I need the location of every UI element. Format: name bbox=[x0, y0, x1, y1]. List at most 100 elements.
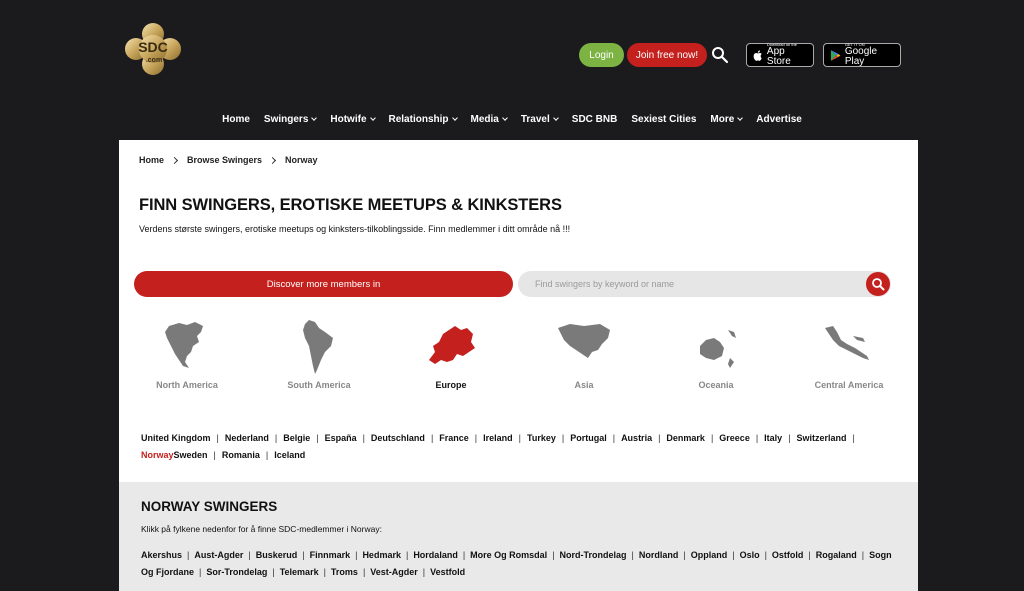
apple-icon bbox=[753, 49, 762, 61]
breadcrumb-current: Norway bbox=[285, 155, 318, 165]
region-link[interactable]: Sor-Trondelag bbox=[206, 567, 267, 577]
nav-item-more[interactable]: More bbox=[703, 114, 749, 125]
continent-oceania[interactable]: Oceania bbox=[661, 316, 771, 390]
section-title: NORWAY SWINGERS bbox=[141, 499, 278, 514]
region-link[interactable]: Finnmark bbox=[310, 550, 351, 560]
continent-label: Europe bbox=[435, 380, 467, 390]
nav-item-label: Advertise bbox=[756, 114, 802, 125]
separator: | bbox=[755, 433, 759, 443]
search-icon bbox=[872, 278, 885, 291]
continent-north-america[interactable]: North America bbox=[132, 316, 242, 390]
continent-label: Central America bbox=[814, 380, 884, 390]
region-link[interactable]: Hordaland bbox=[413, 550, 458, 560]
country-link[interactable]: Austria bbox=[621, 433, 652, 443]
nav-item-label: Media bbox=[470, 114, 499, 125]
region-link[interactable]: Oppland bbox=[691, 550, 728, 560]
region-link[interactable]: Vestfold bbox=[430, 567, 465, 577]
chevron-down-icon bbox=[552, 115, 559, 121]
nav-item-label: Travel bbox=[520, 114, 550, 125]
region-link[interactable]: Nordland bbox=[639, 550, 679, 560]
nav-item-travel[interactable]: Travel bbox=[514, 114, 565, 125]
nav-item-sdc-bnb[interactable]: SDC BNB bbox=[565, 114, 625, 125]
discover-members-button[interactable]: Discover more members in bbox=[134, 271, 513, 297]
region-link[interactable]: Buskerud bbox=[256, 550, 298, 560]
nav-item-advertise[interactable]: Advertise bbox=[749, 114, 809, 125]
country-link[interactable]: Switzerland bbox=[797, 433, 847, 443]
login-button[interactable]: Login bbox=[579, 43, 624, 67]
nav-item-swingers[interactable]: Swingers bbox=[257, 114, 323, 125]
search-icon[interactable] bbox=[711, 46, 729, 64]
continent-selector: North America South America Europe Asia … bbox=[119, 316, 918, 406]
country-link[interactable]: Denmark bbox=[666, 433, 705, 443]
region-link[interactable]: Telemark bbox=[280, 567, 319, 577]
sdc-logo[interactable]: SDC .com bbox=[123, 22, 183, 76]
main-nav: Home Swingers Hotwife Relationship Media Trav… bbox=[0, 114, 1024, 125]
continent-south-america[interactable]: South America bbox=[264, 316, 374, 390]
region-link[interactable]: Akershus bbox=[141, 550, 182, 560]
separator: | bbox=[788, 433, 791, 443]
nav-item-home[interactable]: Home bbox=[215, 114, 257, 125]
breadcrumb-home[interactable]: Home bbox=[139, 155, 164, 165]
continent-europe[interactable]: Europe bbox=[396, 316, 506, 390]
search-submit-button[interactable] bbox=[866, 272, 890, 296]
country-link[interactable]: Greece bbox=[719, 433, 750, 443]
country-link[interactable]: Deutschland bbox=[371, 433, 425, 443]
country-link[interactable]: Ireland bbox=[483, 433, 513, 443]
join-free-button[interactable]: Join free now! bbox=[627, 43, 707, 67]
page-subtitle: Verdens største swingers, erotiske meetu… bbox=[139, 224, 571, 234]
app-store-badge[interactable]: Download on the App Store bbox=[746, 43, 814, 67]
separator: | bbox=[405, 550, 409, 560]
separator: | bbox=[683, 550, 686, 560]
chevron-down-icon bbox=[737, 115, 744, 121]
north-america-map-icon bbox=[165, 322, 203, 368]
country-link[interactable]: Sweden bbox=[174, 450, 208, 460]
country-link[interactable]: Turkey bbox=[527, 433, 556, 443]
separator: | bbox=[362, 433, 365, 443]
region-link[interactable]: Nord-Trondelag bbox=[560, 550, 627, 560]
separator: | bbox=[430, 433, 434, 443]
region-link[interactable]: Troms bbox=[331, 567, 358, 577]
continent-label: Oceania bbox=[698, 380, 734, 390]
country-link[interactable]: Romania bbox=[222, 450, 260, 460]
nav-item-label: SDC BNB bbox=[571, 114, 618, 125]
search-input[interactable] bbox=[535, 271, 855, 297]
chevron-down-icon bbox=[502, 115, 508, 121]
separator: | bbox=[474, 433, 478, 443]
separator: | bbox=[199, 566, 202, 577]
country-link[interactable]: United Kingdom bbox=[141, 433, 211, 443]
oceania-map-icon bbox=[700, 330, 736, 368]
separator: | bbox=[187, 550, 190, 560]
continent-central-america[interactable]: Central America bbox=[794, 316, 904, 390]
country-link[interactable]: Norway bbox=[141, 450, 174, 460]
region-link[interactable]: Rogaland bbox=[816, 550, 857, 560]
south-america-map-icon bbox=[303, 320, 333, 374]
region-link[interactable]: More Og Romsdal bbox=[470, 550, 547, 560]
separator: | bbox=[462, 550, 466, 560]
asia-map-icon bbox=[558, 324, 610, 358]
breadcrumb: Home Browse Swingers Norway bbox=[139, 155, 318, 165]
region-link[interactable]: Aust-Agder bbox=[194, 550, 243, 560]
separator: | bbox=[302, 550, 305, 560]
google-play-badge[interactable]: GET IT ON Google Play bbox=[823, 43, 901, 67]
country-link[interactable]: Belgie bbox=[283, 433, 310, 443]
nav-item-sexiest-cities[interactable]: Sexiest Cities bbox=[624, 114, 703, 125]
continent-label: Asia bbox=[574, 380, 594, 390]
logo-text: SDC bbox=[138, 39, 168, 55]
country-link[interactable]: España bbox=[325, 433, 357, 443]
breadcrumb-browse-swingers[interactable]: Browse Swingers bbox=[187, 155, 262, 165]
country-link[interactable]: Portugal bbox=[570, 433, 607, 443]
region-link[interactable]: Ostfold bbox=[772, 550, 804, 560]
chevron-down-icon bbox=[369, 115, 376, 121]
country-link[interactable]: Italy bbox=[764, 433, 782, 443]
nav-item-media[interactable]: Media bbox=[464, 114, 514, 125]
nav-item-relationship[interactable]: Relationship bbox=[382, 114, 464, 125]
region-link[interactable]: Hedmark bbox=[362, 550, 401, 560]
country-link[interactable]: France bbox=[439, 433, 469, 443]
region-link[interactable]: Oslo bbox=[740, 550, 760, 560]
country-link[interactable]: Nederland bbox=[225, 433, 269, 443]
country-link[interactable]: Iceland bbox=[274, 450, 305, 460]
continent-asia[interactable]: Asia bbox=[529, 316, 639, 390]
nav-item-hotwife[interactable]: Hotwife bbox=[323, 114, 381, 125]
separator: | bbox=[216, 433, 219, 443]
region-link[interactable]: Vest-Agder bbox=[370, 567, 418, 577]
